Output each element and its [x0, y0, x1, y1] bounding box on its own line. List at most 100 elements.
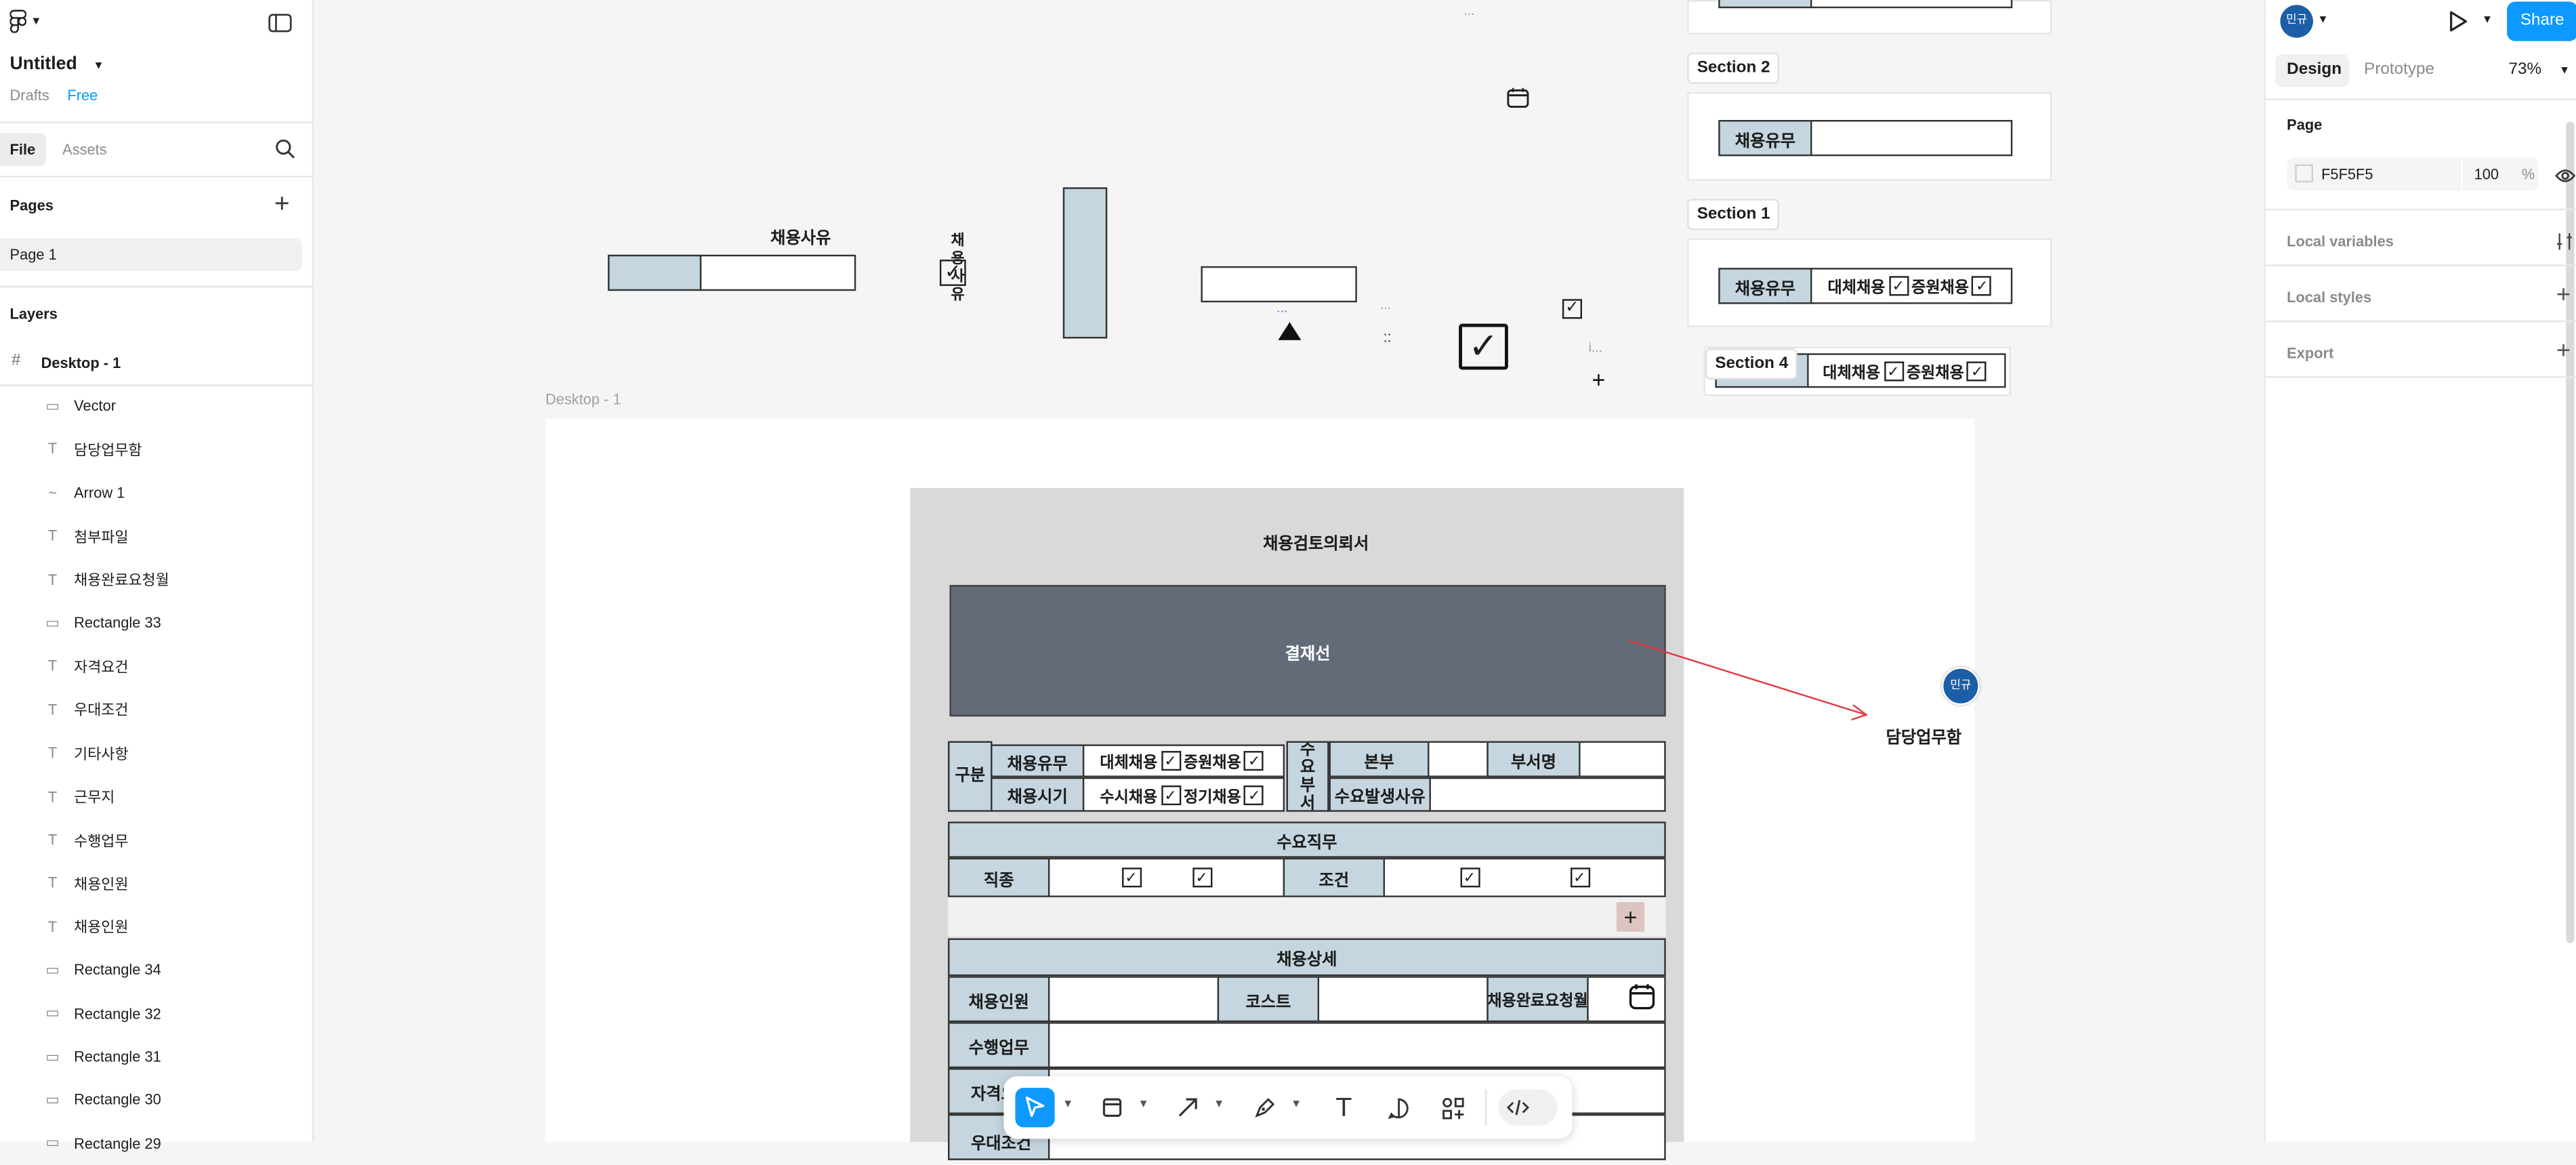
chevron-down-icon[interactable]: ▾ [1064, 1096, 1071, 1111]
add-row-button[interactable]: + [1616, 902, 1645, 932]
layer-item[interactable]: ~ Arrow 1 [0, 471, 312, 514]
layer-item[interactable]: ▭ Rectangle 30 [0, 1079, 312, 1122]
arrow-tool-button[interactable] [1171, 1091, 1204, 1124]
layer-item[interactable]: T 채용완료요청월 [0, 558, 312, 600]
checkbox-icon[interactable]: ✓ [1244, 751, 1264, 771]
layer-item[interactable]: T 우대조건 [0, 688, 312, 731]
calendar-icon[interactable] [1628, 983, 1656, 1010]
sidebar-toggle-icon[interactable] [268, 12, 292, 41]
dept-name-input-cell[interactable] [1579, 741, 1666, 777]
checkbox-icon[interactable]: ✓ [1883, 361, 1904, 381]
section-1-header-cell[interactable]: 채용유무 [1718, 268, 1812, 304]
layer-item[interactable]: T 자격요건 [0, 645, 312, 687]
grip-icon[interactable]: :: [1384, 329, 1392, 345]
section-1-box[interactable]: 채용유무 대체채용 ✓ 증원채용 ✓ [1687, 238, 2052, 327]
cost-input-cell[interactable] [1317, 976, 1489, 1023]
figma-logo-icon[interactable] [9, 9, 27, 41]
checkbox-icon[interactable]: ✓ [1161, 784, 1181, 804]
export-heading[interactable]: Export [2287, 345, 2333, 361]
section-1-options-cell[interactable]: 대체채용 ✓ 증원채용 ✓ [1810, 268, 2013, 304]
hq-input-cell[interactable] [1428, 741, 1489, 777]
comment-avatar[interactable]: 민규 [1941, 667, 1980, 706]
chevron-down-icon[interactable]: ▾ [2320, 12, 2327, 26]
variables-adjust-icon[interactable] [2554, 230, 2574, 260]
checkbox-icon[interactable]: ✓ [1967, 361, 1987, 381]
file-name[interactable]: Untitled [10, 54, 77, 74]
loose-input-cell[interactable] [1201, 266, 1357, 303]
comment-tool-button[interactable] [1382, 1091, 1414, 1124]
small-checkbox-icon[interactable]: ✓ [1562, 299, 1582, 319]
comment-label[interactable]: 담당업무함 [1886, 723, 1962, 748]
reason-input-cell[interactable] [699, 254, 856, 291]
layer-item[interactable]: ▭ Rectangle 32 [0, 992, 312, 1035]
layer-item[interactable]: ▭ Rectangle 33 [0, 601, 312, 644]
layer-item[interactable]: T 채용인원 [0, 905, 312, 948]
layer-item[interactable]: ▭ Rectangle 31 [0, 1036, 312, 1078]
reason-header-cell[interactable] [608, 254, 702, 291]
layer-item[interactable]: ▭ Vector [0, 384, 312, 427]
approval-line-box[interactable]: 결재선 [949, 585, 1666, 717]
frame-tool-button[interactable] [1096, 1091, 1128, 1124]
section-2-label[interactable]: Section 2 [1687, 52, 1781, 84]
section-2-box[interactable]: 채용유무 [1687, 91, 2052, 181]
section-2-input-cell[interactable] [1810, 120, 2013, 157]
local-styles-heading[interactable]: Local styles [2287, 289, 2371, 306]
large-checkbox-icon[interactable]: ✓ [1459, 323, 1508, 370]
add-style-button[interactable]: + [2556, 281, 2571, 309]
tab-prototype[interactable]: Prototype [2364, 61, 2434, 79]
plan-badge[interactable]: Free [67, 87, 98, 104]
duties-input-cell[interactable] [1047, 1022, 1666, 1069]
page-color-hex[interactable]: F5F5F5 [2321, 166, 2373, 182]
section-4-options-cell[interactable]: 대체채용 ✓ 증원채용 ✓ [1807, 353, 2006, 388]
hire-yn-options-cell[interactable]: 대체채용 ✓ 증원채용 ✓ [1082, 744, 1285, 777]
add-export-button[interactable]: + [2556, 337, 2571, 365]
vertical-header-cell[interactable] [1062, 187, 1108, 339]
section-3-input-cell[interactable] [1810, 0, 2013, 9]
checkbox-icon[interactable]: ✓ [1121, 867, 1141, 888]
condition-options-cell[interactable]: ✓ ✓ [1383, 857, 1666, 897]
checkbox-icon[interactable]: ✓ [1161, 751, 1181, 771]
page-item-page-1[interactable]: Page 1 [10, 247, 57, 263]
chevron-down-icon[interactable]: ▾ [1216, 1096, 1222, 1111]
actions-tool-button[interactable] [1436, 1091, 1468, 1124]
section-1-label[interactable]: Section 1 [1687, 199, 1781, 230]
page-opacity[interactable]: 100 [2474, 166, 2499, 182]
checkbox-icon[interactable]: ✓ [939, 260, 966, 286]
checkbox-icon[interactable]: ✓ [1459, 867, 1480, 888]
layer-item[interactable]: T 첨부파일 [0, 514, 312, 557]
tab-assets[interactable]: Assets [62, 142, 107, 158]
layer-item[interactable]: ▭ Rectangle 29 [0, 1122, 312, 1165]
add-page-button[interactable]: + [274, 191, 290, 219]
arrow-connector[interactable] [1618, 628, 1881, 726]
frame-label[interactable]: Desktop - 1 [545, 391, 621, 407]
chevron-down-icon[interactable]: ▾ [1293, 1096, 1300, 1111]
layer-item[interactable]: ▭ Rectangle 34 [0, 949, 312, 992]
checkbox-icon[interactable]: ✓ [1888, 276, 1909, 296]
section-2-header-cell[interactable]: 채용유무 [1718, 120, 1812, 157]
chevron-down-icon[interactable]: ▾ [1140, 1096, 1147, 1111]
section-4-label[interactable]: Section 4 [1705, 348, 1798, 380]
zoom-level[interactable]: 73% [2509, 61, 2542, 79]
share-button[interactable]: Share [2507, 1, 2576, 41]
layer-item[interactable]: T 기타사항 [0, 731, 312, 774]
checkbox-icon[interactable]: ✓ [1244, 784, 1264, 804]
chevron-down-icon[interactable]: ▾ [2561, 62, 2568, 77]
layer-item[interactable]: T 수행업무 [0, 819, 312, 861]
hire-time-options-cell[interactable]: 수시채용 ✓ 정기채용 ✓ [1082, 777, 1285, 812]
move-tool-button[interactable] [1015, 1088, 1055, 1128]
tab-file[interactable]: File [10, 142, 36, 158]
local-variables-heading[interactable]: Local variables [2287, 233, 2394, 249]
chevron-down-icon[interactable]: ▾ [33, 13, 39, 28]
section-3-header-cell[interactable] [1718, 0, 1812, 9]
chevron-down-icon[interactable]: ▾ [2484, 12, 2491, 26]
search-icon[interactable] [274, 138, 296, 168]
demand-reason-input-cell[interactable] [1429, 777, 1666, 812]
dev-mode-toggle[interactable] [1498, 1089, 1558, 1126]
headcount-input-cell[interactable] [1047, 976, 1220, 1023]
triangle-icon[interactable] [1278, 322, 1302, 340]
present-play-icon[interactable] [2446, 10, 2469, 41]
text-tool-button[interactable]: T [1327, 1091, 1360, 1124]
plus-icon[interactable]: + [1592, 367, 1606, 393]
color-swatch[interactable] [2295, 164, 2313, 183]
tab-design[interactable]: Design [2287, 61, 2342, 79]
